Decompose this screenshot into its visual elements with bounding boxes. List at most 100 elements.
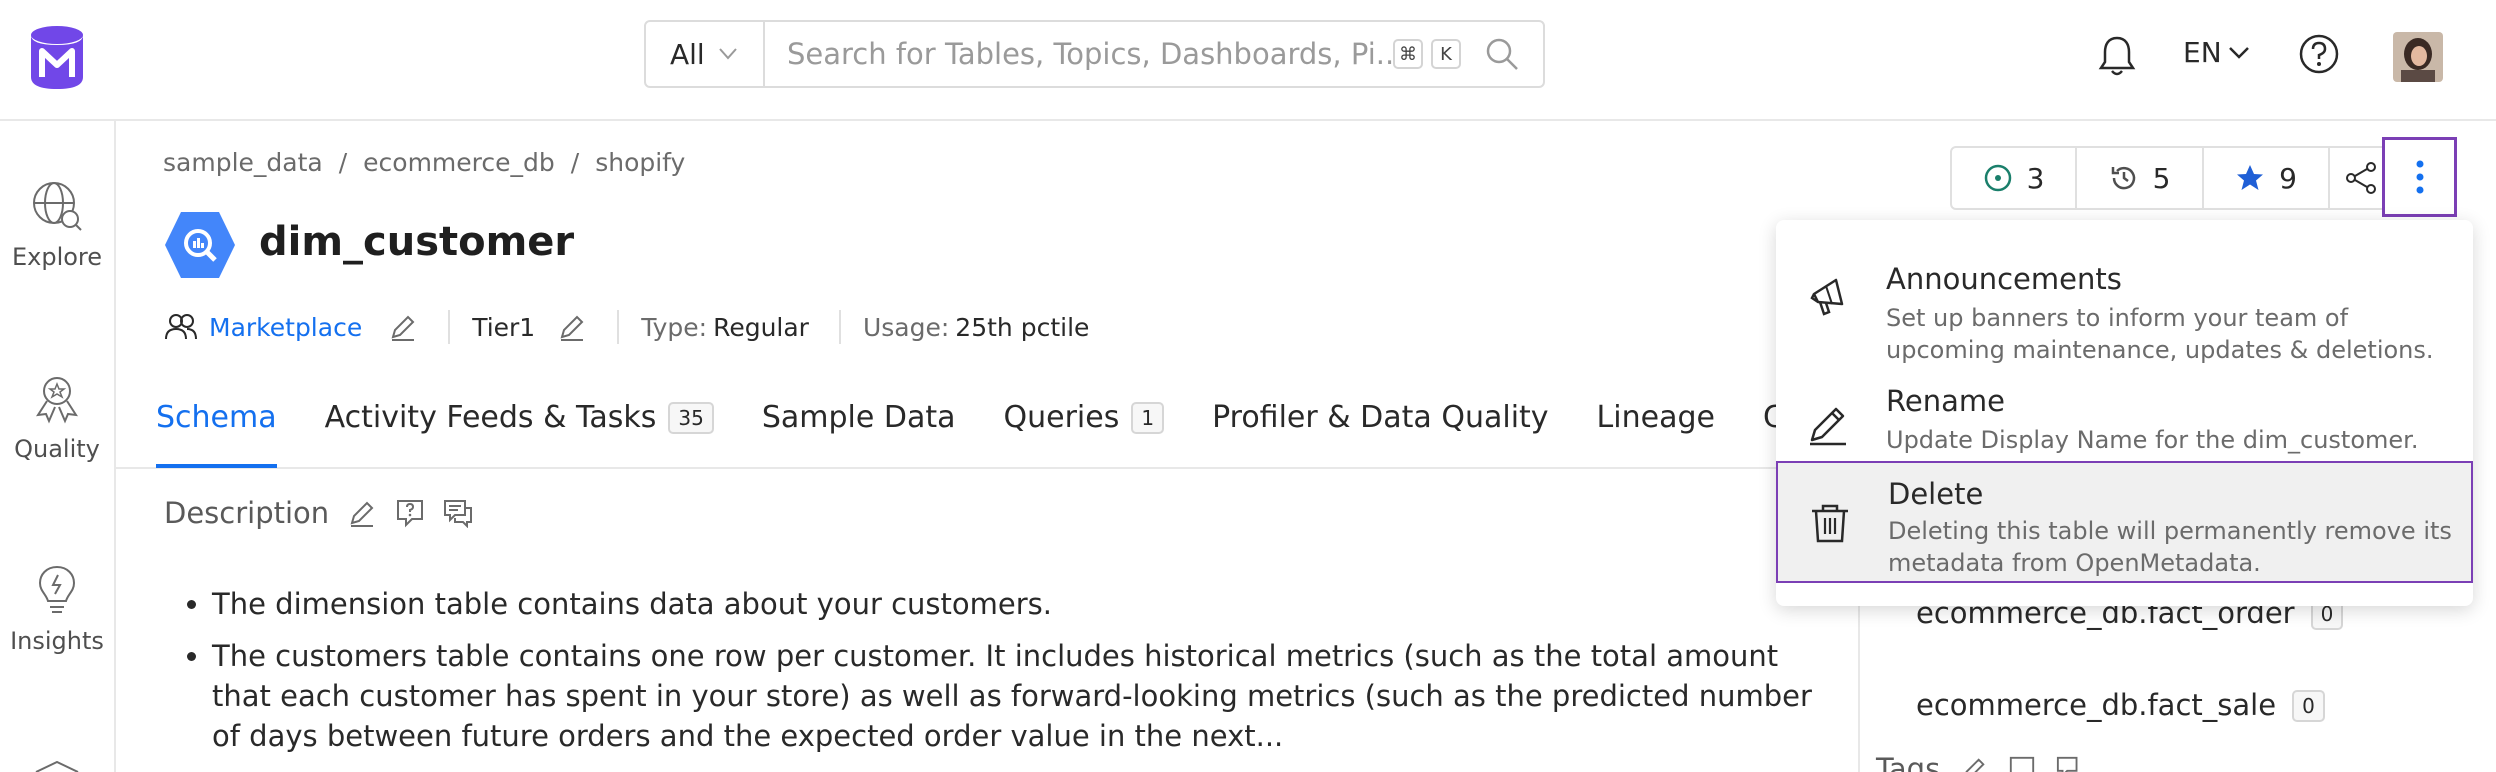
quality-icon [36,377,78,424]
menu-item-description: Set up banners to inform your team of up… [1886,304,2434,364]
chevron-down-icon [2228,46,2249,59]
description-bullet: The dimension table contains data about … [212,584,1812,624]
language-value: EN [2183,36,2222,69]
tab-label: Lineage [1596,400,1715,435]
lineage-item-count: 0 [2292,690,2325,722]
shortcut-k-key: K [1431,39,1461,69]
owner-link[interactable]: Marketplace [209,313,362,342]
search-input[interactable] [765,22,1393,86]
bigquery-service-icon [165,212,235,278]
conversation-icon[interactable] [2056,755,2084,772]
type-label: Type: [641,312,708,342]
sidebar-item-label: Quality [14,435,100,463]
edit-tags-icon[interactable] [1960,755,1988,772]
left-sidebar: Explore Quality Insights [0,121,116,772]
type-value: Regular [713,312,809,342]
tab-label: Profiler & Data Quality [1212,400,1549,435]
insights-icon [38,565,76,613]
tags-header: Tags [1876,752,2084,772]
sidebar-item-insights[interactable]: Insights [0,563,114,655]
owner-icon [165,314,197,340]
trash-icon [1812,504,1848,543]
sidebar-more-icon[interactable] [32,761,82,772]
tab-schema[interactable]: Schema [156,400,277,468]
breadcrumb-separator: / [338,148,348,177]
usage-label: Usage: [862,312,950,342]
lineage-item-name: ecommerce_db.fact_sale [1916,688,2277,722]
openmetadata-logo-icon[interactable] [28,25,86,91]
tab-count-badge: 1 [1131,402,1165,434]
tab-count-badge: 35 [668,402,714,434]
share-icon [2346,162,2376,194]
conversation-icon[interactable] [443,498,473,528]
description-bullet: The customers table contains one row per… [212,636,1812,756]
lineage-item[interactable]: ecommerce_db.fact_sale 0 [1916,688,2325,722]
bell-icon[interactable] [2097,34,2137,78]
sidebar-item-label: Insights [10,627,104,655]
request-tags-icon[interactable] [2008,755,2036,772]
breadcrumb-separator: / [570,148,580,177]
star-button[interactable]: 9 [2204,148,2330,208]
tags-heading: Tags [1876,752,1941,772]
description-body: The dimension table contains data about … [212,584,1812,768]
tab-label: Schema [156,400,277,435]
breadcrumb-item-database[interactable]: ecommerce_db [363,148,555,177]
sidebar-item-explore[interactable]: Explore [0,179,114,271]
menu-item-description: Update Display Name for the dim_customer… [1886,426,2419,454]
menu-item-title: Announcements [1886,262,2122,296]
versions-count: 5 [2152,161,2171,195]
sidebar-item-quality[interactable]: Quality [0,371,114,463]
stars-count: 9 [2279,161,2297,195]
help-icon[interactable] [2298,33,2340,75]
entity-action-group: 3 5 9 [1950,146,2394,210]
language-select[interactable]: EN [2183,36,2250,69]
more-actions-dropdown: Announcements Set up banners to inform y… [1776,220,2473,606]
menu-item-title: Rename [1886,384,2005,418]
tier-value: Tier1 [472,312,536,342]
description-heading: Description [164,496,330,530]
tab-activity-feeds[interactable]: Activity Feeds & Tasks 35 [325,400,714,468]
request-description-icon[interactable] [395,498,425,528]
chevron-down-icon [718,48,737,60]
tab-lineage[interactable]: Lineage [1597,400,1715,468]
more-actions-button[interactable] [2382,137,2457,217]
global-search: All ⌘ K [644,20,1545,88]
divider [617,310,620,344]
edit-owner-icon[interactable] [388,312,418,342]
sidebar-item-label: Explore [11,243,103,271]
star-icon [2237,165,2264,190]
menu-item-title: Delete [1888,477,1984,511]
edit-tier-icon[interactable] [557,312,587,342]
shortcut-cmd-key: ⌘ [1393,39,1423,69]
tab-label: Sample Data [761,400,956,435]
user-avatar[interactable] [2393,32,2443,82]
tab-label: Queries [1003,400,1120,435]
divider [838,310,841,344]
tab-queries[interactable]: Queries 1 [1004,400,1165,468]
edit-description-icon[interactable] [347,498,377,528]
megaphone-icon [1810,278,1844,316]
pencil-icon [1810,407,1846,446]
search-type-select[interactable]: All [646,22,765,86]
breadcrumb: sample_data / ecommerce_db / shopify [163,148,685,177]
top-navbar: All ⌘ K EN [0,0,2496,121]
tab-sample-data[interactable]: Sample Data [762,400,956,468]
search-icon[interactable] [1485,37,1519,71]
divider [448,310,451,344]
followers-count: 3 [2026,161,2045,195]
follow-icon [1984,164,2011,192]
version-history-button[interactable]: 5 [2077,148,2204,208]
kebab-menu-icon [2416,160,2423,194]
tab-profiler[interactable]: Profiler & Data Quality [1212,400,1548,468]
explore-icon [33,182,82,231]
breadcrumb-item-schema[interactable]: shopify [595,148,685,177]
menu-item-delete[interactable]: Delete Deleting this table will permanen… [1776,461,2473,583]
history-icon [2111,166,2135,190]
tab-label: Activity Feeds & Tasks [324,400,657,435]
search-type-value: All [670,37,705,71]
entity-meta-row: Marketplace Tier1 Type: Regular Usage: 2… [165,310,1089,344]
entity-tabs: Schema Activity Feeds & Tasks 35 Sample … [156,400,1856,468]
menu-item-announcements[interactable]: Announcements Set up banners to inform y… [1776,234,2473,364]
breadcrumb-item-service[interactable]: sample_data [163,148,323,177]
follow-button[interactable]: 3 [1952,148,2077,208]
